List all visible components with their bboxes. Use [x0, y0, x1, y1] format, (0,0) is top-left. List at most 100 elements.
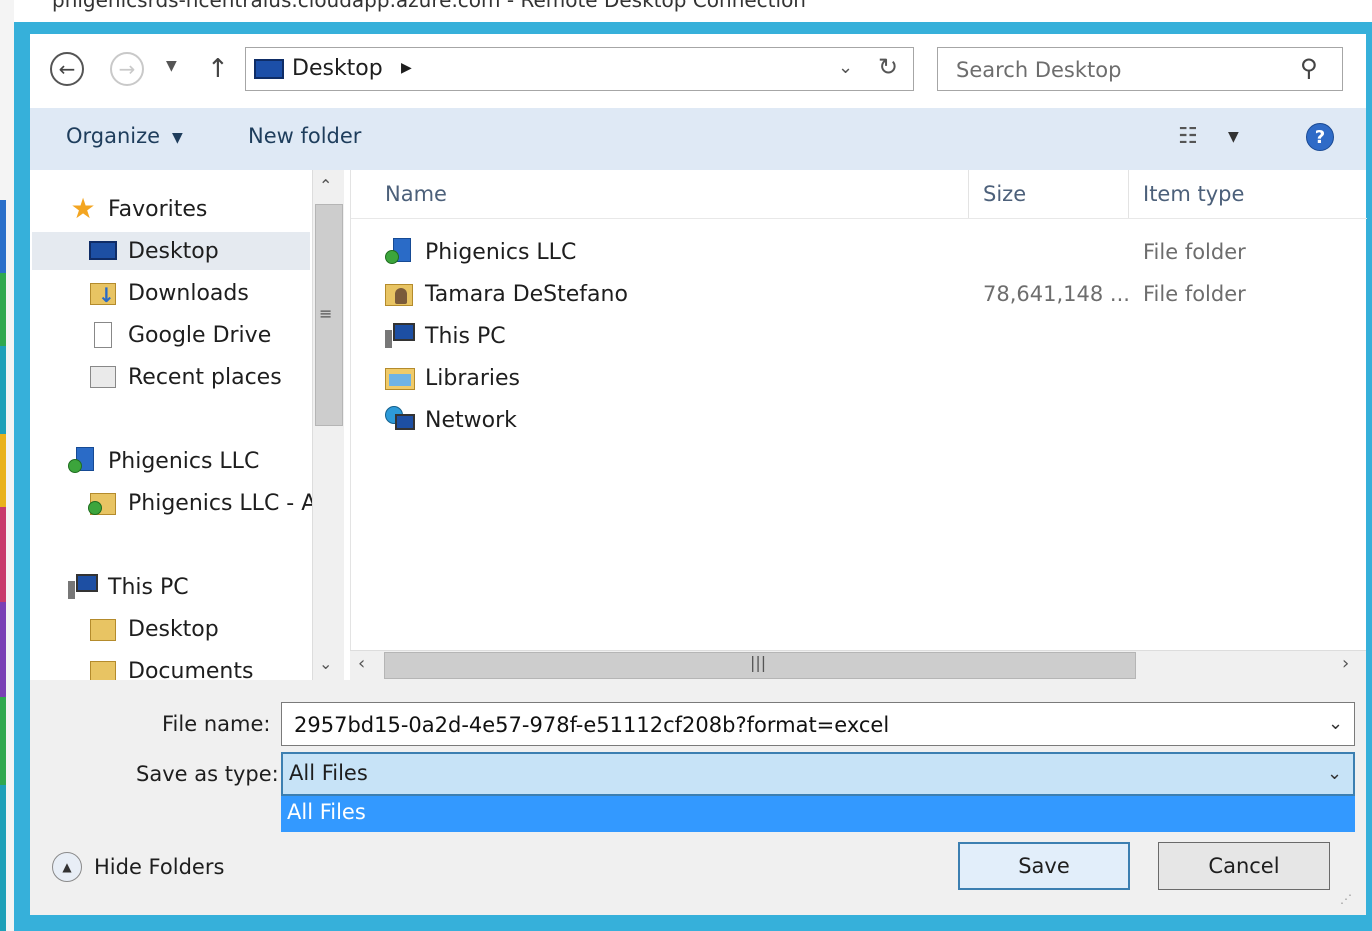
save-type-dropdown-list: All Files	[281, 796, 1355, 832]
column-header-type[interactable]: Item type	[1129, 170, 1369, 218]
network-icon	[385, 406, 415, 434]
file-row[interactable]: Libraries	[385, 358, 1345, 398]
star-icon: ★	[70, 192, 96, 225]
chevron-down-icon[interactable]: ⌄	[1328, 713, 1343, 734]
nav-item-phigenics-llc-a[interactable]: Phigenics LLC - A	[88, 484, 312, 522]
horizontal-scrollbar[interactable]: ‹ ||| ›	[350, 650, 1366, 680]
file-name-label: File name:	[162, 712, 271, 736]
grip-icon: ≡	[319, 304, 333, 323]
nav-scrollbar[interactable]: ⌃ ≡ ⌄	[312, 170, 344, 680]
nav-item-label: Documents	[128, 658, 254, 681]
computer-icon	[68, 573, 98, 601]
file-row[interactable]: Network	[385, 400, 1345, 440]
save-form: File name: ⌄ Save as type: All Files ⌄ A…	[30, 680, 1366, 915]
hide-folders-label: Hide Folders	[94, 855, 225, 879]
refresh-button[interactable]: ↻	[878, 53, 898, 81]
header-divider	[351, 218, 1367, 219]
chevron-down-icon[interactable]: ▼	[172, 130, 183, 146]
chevron-down-icon[interactable]: ⌄	[1327, 763, 1342, 784]
file-name: Network	[425, 407, 517, 433]
file-row[interactable]: This PC	[385, 316, 1345, 356]
search-icon[interactable]: ⚲	[1300, 54, 1318, 82]
nav-item-label: Favorites	[108, 196, 208, 222]
help-icon[interactable]: ?	[1306, 123, 1334, 151]
save-type-select[interactable]: All Files ⌄	[281, 752, 1355, 796]
recent-places-icon	[88, 363, 118, 391]
scroll-down-icon[interactable]: ⌄	[319, 654, 332, 673]
column-header-name[interactable]: Name	[371, 170, 969, 218]
downloads-folder-icon	[88, 279, 118, 307]
recent-locations-dropdown[interactable]: ▼	[166, 58, 177, 74]
chevron-down-icon: ▼	[166, 58, 177, 74]
nav-item-label: Recent places	[128, 364, 282, 390]
nav-item-downloads[interactable]: Downloads	[88, 274, 249, 312]
save-type-value: All Files	[289, 761, 368, 785]
search-box[interactable]: ⚲	[937, 47, 1343, 91]
breadcrumb-arrow-icon[interactable]: ▶	[401, 60, 412, 76]
nav-item-pc-desktop[interactable]: Desktop	[88, 610, 219, 648]
scroll-right-icon[interactable]: ›	[1342, 653, 1349, 674]
libraries-icon	[385, 364, 415, 392]
hide-folders-button[interactable]: ▲ Hide Folders	[52, 852, 224, 882]
arrow-up-icon: ↑	[207, 54, 229, 84]
nav-item-label: Phigenics LLC	[108, 448, 260, 474]
nav-item-google-drive[interactable]: Google Drive	[88, 316, 271, 354]
remote-desktop-titlebar: phigenicsrds-ncentralus.cloudapp.azure.c…	[14, 0, 1372, 22]
nav-item-documents[interactable]: Documents	[88, 652, 253, 680]
address-bar[interactable]: Desktop ▶ ⌄ ↻	[245, 47, 914, 91]
desktop-icon	[88, 237, 118, 265]
forward-button[interactable]: →	[110, 52, 144, 86]
file-name-combobox[interactable]: ⌄	[281, 702, 1355, 746]
file-name: Libraries	[425, 365, 521, 391]
file-name: Phigenics LLC	[425, 239, 577, 265]
file-row[interactable]: Phigenics LLC File folder	[385, 232, 1345, 272]
column-header-size[interactable]: Size	[969, 170, 1129, 218]
chevron-up-icon: ▲	[52, 852, 82, 882]
documents-folder-icon	[88, 657, 118, 680]
nav-item-favorites[interactable]: ★ Favorites	[68, 190, 207, 228]
nav-item-recent-places[interactable]: Recent places	[88, 358, 282, 396]
cancel-button[interactable]: Cancel	[1158, 842, 1330, 890]
grip-icon: |||	[750, 653, 767, 672]
nav-item-label: Google Drive	[128, 322, 272, 348]
view-options-icon[interactable]: ☷	[1178, 124, 1198, 149]
file-name-input[interactable]	[292, 709, 1316, 741]
up-button[interactable]: ↑	[207, 54, 229, 84]
desktop-icon	[254, 59, 284, 79]
save-type-option[interactable]: All Files	[287, 800, 366, 824]
organization-icon	[68, 447, 98, 475]
file-row[interactable]: Tamara DeStefano 78,641,148 ... File fol…	[385, 274, 1345, 314]
nav-item-desktop[interactable]: Desktop	[32, 232, 310, 270]
save-button[interactable]: Save	[958, 842, 1130, 890]
document-icon	[88, 321, 118, 349]
arrow-left-icon: ←	[58, 57, 76, 81]
nav-item-label: Desktop	[128, 238, 219, 264]
organize-menu[interactable]: Organize	[66, 124, 160, 148]
navigation-pane: ★ Favorites Desktop Downloads Google Dri…	[30, 170, 312, 680]
command-toolbar: Organize ▼ New folder ☷ ▼ ?	[30, 108, 1366, 170]
synced-folder-icon	[88, 489, 118, 517]
search-input[interactable]	[954, 54, 1288, 86]
resize-grip-icon[interactable]: ⋰	[1340, 892, 1352, 906]
nav-item-phigenics-llc[interactable]: Phigenics LLC	[68, 442, 259, 480]
background-taskbar-strip	[0, 200, 6, 931]
file-size: 78,641,148 ...	[983, 282, 1130, 306]
refresh-icon: ↻	[878, 53, 899, 81]
organization-icon	[385, 238, 415, 266]
desktop-folder-icon	[88, 615, 118, 643]
address-location[interactable]: Desktop	[292, 56, 383, 81]
nav-item-label: This PC	[108, 574, 189, 600]
file-list: Name Size Item type Phigenics LLC File f…	[350, 170, 1369, 650]
view-dropdown-chevron-icon[interactable]: ▼	[1228, 129, 1239, 145]
file-name: This PC	[425, 323, 506, 349]
scroll-up-icon[interactable]: ⌃	[319, 176, 332, 195]
user-folder-icon	[385, 280, 415, 308]
file-type: File folder	[1143, 240, 1246, 264]
scroll-left-icon[interactable]: ‹	[358, 653, 365, 674]
address-history-dropdown[interactable]: ⌄	[838, 57, 853, 78]
computer-icon	[385, 322, 415, 350]
nav-item-this-pc[interactable]: This PC	[68, 568, 189, 606]
window-title: phigenicsrds-ncentralus.cloudapp.azure.c…	[52, 0, 806, 12]
back-button[interactable]: ←	[50, 52, 84, 86]
new-folder-button[interactable]: New folder	[248, 124, 361, 148]
